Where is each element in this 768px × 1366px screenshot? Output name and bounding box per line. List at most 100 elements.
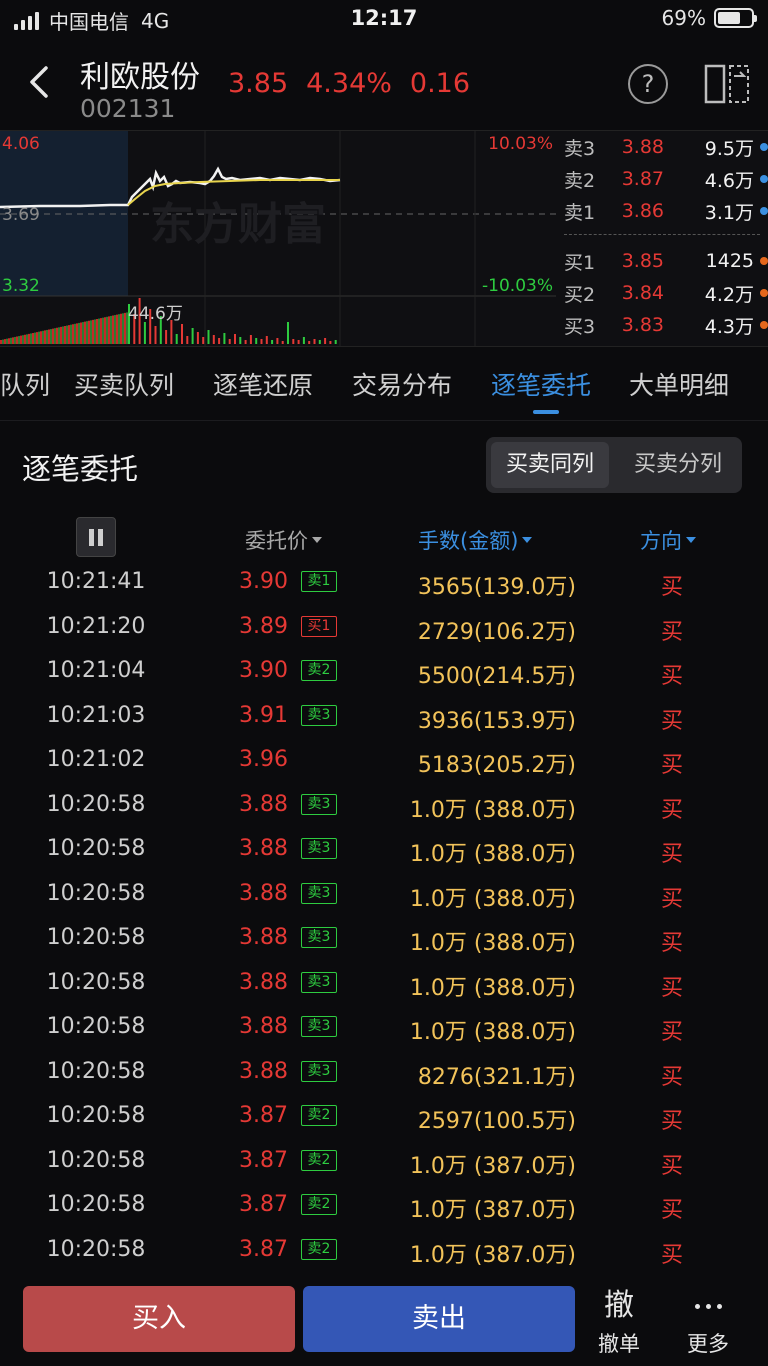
table-row[interactable]: 10:20:58 3.88 卖3 8276(321.1万) 买 — [0, 1050, 768, 1094]
order-direction: 买 — [660, 886, 683, 912]
level-label: 买3 — [564, 315, 596, 338]
tab-queue[interactable]: 队列 — [0, 366, 50, 402]
volume-bar — [82, 322, 84, 344]
table-row[interactable]: 10:20:58 3.88 卖3 1.0万 (388.0万) 买 — [0, 961, 768, 1005]
bottom-action-bar: 买入 卖出 撤 撤单 更多 — [0, 1278, 768, 1366]
volume-bar — [48, 329, 50, 344]
order-direction: 买 — [660, 1109, 683, 1134]
order-direction: 买 — [660, 753, 683, 778]
bid-level-row[interactable]: 买1 3.85 1425 — [556, 247, 768, 275]
volume-bar — [98, 318, 100, 344]
ask-level-row[interactable]: 卖1 3.86 3.1万 — [556, 197, 768, 225]
order-direction: 买 — [660, 1242, 683, 1268]
order-time: 10:20:58 — [46, 1192, 146, 1217]
table-row[interactable]: 10:21:04 3.90 卖2 5500(214.5万) 买 — [0, 649, 768, 693]
amount-header-label: 手数(金额) — [418, 529, 519, 553]
pause-icon[interactable] — [76, 517, 116, 557]
price-header-label: 委托价 — [245, 529, 308, 553]
volume-bar — [110, 315, 112, 344]
sort-direction-header[interactable]: 方向 — [640, 525, 696, 555]
table-row[interactable]: 10:21:02 3.96 5183(205.2万) 买 — [0, 738, 768, 782]
table-row[interactable]: 10:20:58 3.87 卖2 1.0万 (387.0万) 买 — [0, 1139, 768, 1183]
sort-amount-header[interactable]: 手数(金额) — [418, 525, 533, 555]
tab-buy-sell-queue[interactable]: 买卖队列 — [74, 366, 174, 402]
table-row[interactable]: 10:21:03 3.91 卖3 3936(153.9万) 买 — [0, 694, 768, 738]
order-price: 3.87 — [239, 1236, 288, 1262]
order-level-badge: 卖3 — [301, 838, 337, 859]
order-level-badge: 卖2 — [301, 1149, 337, 1171]
level-volume: 4.6万 — [704, 169, 754, 192]
order-book[interactable]: 卖3 3.88 9.5万 卖2 3.87 4.6万 卖1 3.86 3.1万 买1 3.85 1425… — [556, 131, 768, 346]
table-row[interactable]: 10:20:58 3.88 卖3 1.0万 (388.0万) 买 — [0, 872, 768, 916]
chart-low-label: 3.32 — [2, 276, 40, 296]
bid-level-row[interactable]: 买3 3.83 4.3万 — [556, 311, 768, 339]
order-price: 3.87 — [239, 1103, 288, 1128]
stock-code: 002131 — [80, 94, 176, 123]
tab-large-orders[interactable]: 大单明细 — [629, 366, 729, 402]
sort-price-header[interactable]: 委托价 — [245, 525, 322, 555]
sell-button[interactable]: 卖出 — [303, 1286, 575, 1352]
buy-button[interactable]: 买入 — [23, 1286, 295, 1352]
table-row[interactable]: 10:20:58 3.88 卖3 1.0万 (388.0万) 买 — [0, 916, 768, 960]
tab-bar: 队列 买卖队列 逐笔还原 交易分布 逐笔委托 大单明细 — [0, 346, 768, 421]
volume-bar — [118, 314, 120, 344]
chart-mid-label: 3.69 — [2, 205, 40, 225]
volume-bar — [34, 332, 36, 344]
table-row[interactable]: 10:20:58 3.87 卖2 2597(100.5万) 买 — [0, 1094, 768, 1138]
help-icon[interactable]: ? — [628, 64, 668, 104]
order-time: 10:20:58 — [46, 880, 146, 906]
volume-bar — [228, 339, 231, 344]
volume-bar — [297, 340, 300, 344]
order-price: 3.91 — [239, 702, 288, 728]
level-dot-icon — [760, 207, 768, 215]
order-amount: 1.0万 (387.0万) — [409, 1242, 576, 1268]
volume-bar — [186, 336, 189, 344]
split-screen-icon[interactable] — [704, 62, 750, 106]
order-direction: 买 — [660, 664, 683, 689]
ask-level-row[interactable]: 卖2 3.87 4.6万 — [556, 165, 768, 193]
volume-bar — [271, 340, 274, 344]
volume-bar — [70, 324, 72, 344]
table-row[interactable]: 10:20:58 3.88 卖3 1.0万 (388.0万) 买 — [0, 783, 768, 827]
toggle-split-column[interactable]: 买卖分列 — [619, 442, 737, 488]
table-row[interactable]: 10:21:20 3.89 买1 2729(106.2万) 买 — [0, 605, 768, 649]
tab-tick-restore[interactable]: 逐笔还原 — [213, 366, 313, 402]
table-row[interactable]: 10:20:58 3.88 卖3 1.0万 (388.0万) 买 — [0, 827, 768, 871]
order-direction: 买 — [660, 797, 683, 823]
volume-bar — [16, 336, 18, 344]
toggle-same-column[interactable]: 买卖同列 — [491, 442, 609, 488]
battery-percent: 69% — [661, 6, 706, 30]
level-volume: 1425 — [705, 250, 754, 272]
order-price: 3.88 — [239, 969, 288, 995]
back-arrow-icon[interactable] — [22, 62, 62, 102]
volume-bar — [24, 334, 26, 344]
volume-bar — [276, 338, 279, 344]
table-row[interactable]: 10:20:58 3.88 卖3 1.0万 (388.0万) 买 — [0, 1005, 768, 1049]
volume-bar — [122, 313, 124, 344]
order-direction: 买 — [660, 575, 683, 600]
table-row[interactable]: 10:20:58 3.87 卖2 1.0万 (387.0万) 买 — [0, 1228, 768, 1272]
more-button[interactable]: 更多 — [668, 1286, 748, 1358]
order-direction: 买 — [660, 619, 683, 645]
cancel-order-button[interactable]: 撤 撤单 — [579, 1286, 659, 1358]
ask-level-row[interactable]: 卖3 3.88 9.5万 — [556, 133, 768, 161]
order-direction: 买 — [660, 1020, 683, 1045]
tab-tick-orders[interactable]: 逐笔委托 — [491, 366, 591, 402]
section-title: 逐笔委托 — [22, 452, 139, 486]
bid-level-row[interactable]: 买2 3.84 4.2万 — [556, 279, 768, 307]
table-row[interactable]: 10:21:41 3.90 卖1 3565(139.0万) 买 — [0, 560, 768, 604]
watermark-text: 东方财富 — [150, 199, 326, 250]
intraday-chart[interactable]: 东方财富 4.06 3.69 3.32 10.03% -10.03% 44.6万 — [0, 131, 556, 346]
volume-bar — [265, 336, 268, 344]
volume-bar — [44, 330, 46, 344]
order-direction: 买 — [660, 931, 683, 956]
order-level-badge: 买1 — [301, 615, 337, 637]
orderbook-separator — [564, 234, 760, 235]
volume-bar — [175, 334, 178, 344]
volume-bar — [26, 334, 28, 344]
tab-trade-distribution[interactable]: 交易分布 — [352, 366, 452, 402]
order-time: 10:20:58 — [46, 1147, 146, 1173]
table-row[interactable]: 10:20:58 3.87 卖2 1.0万 (387.0万) 买 — [0, 1183, 768, 1227]
volume-bar — [165, 330, 168, 344]
level-dot-icon — [760, 175, 768, 183]
